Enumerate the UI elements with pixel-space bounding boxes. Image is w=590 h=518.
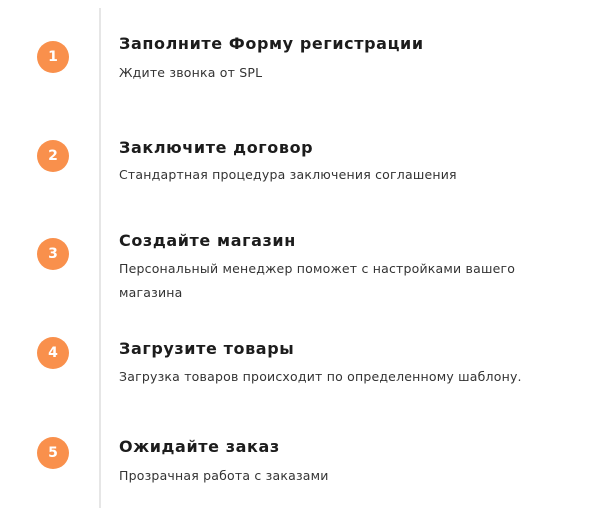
step-description: Ждите звонка от SPL bbox=[119, 65, 263, 80]
step-description: Загрузка товаров происходит по определен… bbox=[119, 369, 522, 384]
step-title: Ожидайте заказ bbox=[119, 437, 280, 456]
step-title: Загрузите товары bbox=[119, 339, 295, 358]
step-description: Прозрачная работа с заказами bbox=[119, 468, 329, 483]
step-number-badge: 1 bbox=[37, 41, 69, 73]
step-number-badge: 2 bbox=[37, 140, 69, 172]
timeline-line bbox=[99, 8, 101, 508]
step-number-badge: 3 bbox=[37, 238, 69, 270]
step-description: Стандартная процедура заключения соглаше… bbox=[119, 167, 457, 182]
step-title: Создайте магазин bbox=[119, 231, 296, 250]
step-title: Заполните Форму регистрации bbox=[119, 34, 424, 53]
step-title: Заключите договор bbox=[119, 138, 314, 157]
step-number-badge: 4 bbox=[37, 337, 69, 369]
step-number-badge: 5 bbox=[37, 437, 69, 469]
step-description: Персональный менеджер поможет с настройк… bbox=[119, 261, 516, 300]
